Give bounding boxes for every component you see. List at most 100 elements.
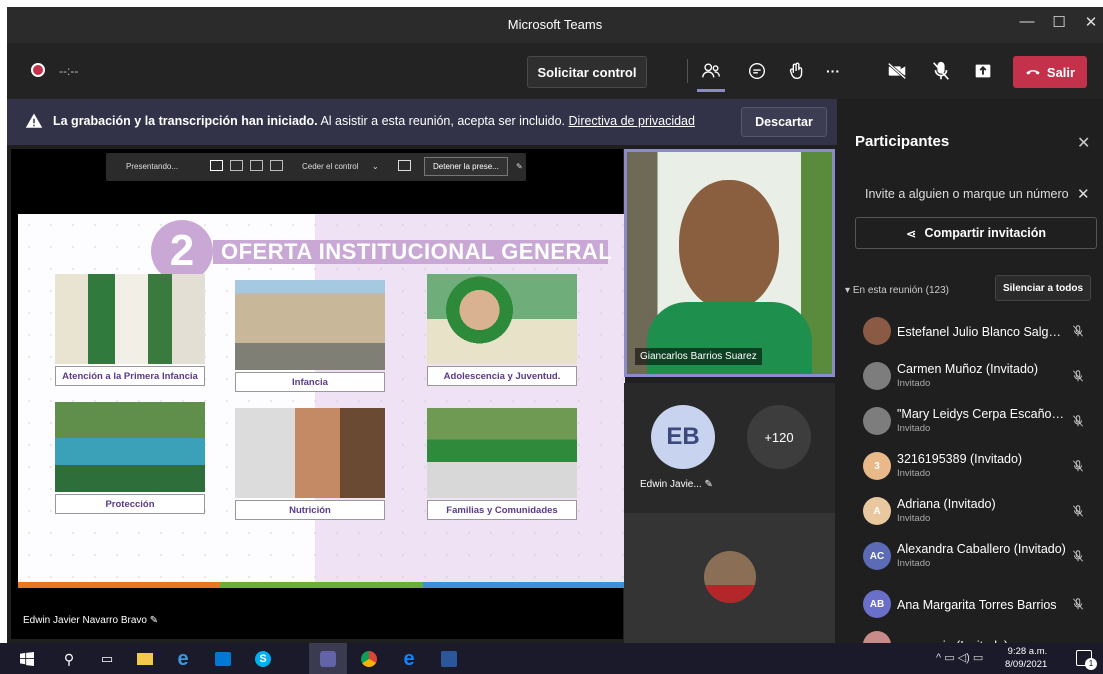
notifications-icon[interactable]: 1 [1076,650,1097,670]
presenter-toolbar: Presentando... Ceder el control ⌄ Detene… [106,153,526,181]
participants-panel: Participantes ✕ Invite a alguien o marqu… [839,99,1103,643]
reactions-icon[interactable] [783,57,811,85]
word-icon[interactable] [438,648,460,670]
participant-row[interactable]: Carmen Muñoz (Invitado) Invitado [839,356,1103,400]
give-control-dropdown[interactable]: Ceder el control [302,162,358,171]
system-tray-icons[interactable]: ^ ▭ ◁) ▭ [936,651,983,664]
clock-time: 9:28 a.m. [1007,646,1048,657]
participant-row[interactable]: Estefanel Julio Blanco Salgado [839,311,1103,355]
mic-off-icon[interactable] [1071,413,1085,429]
privacy-link[interactable]: Directiva de privacidad [569,114,695,128]
participant-avatar [863,407,891,435]
banner-message: La grabación y la transcripción han inic… [53,114,695,128]
presenter-name: Edwin Javier Navarro Bravo ✎ [23,615,158,626]
screen-4-icon[interactable] [270,160,283,171]
participant-row[interactable]: "Mary Leidys Cerpa Escaño (I... Invitado [839,401,1103,445]
invite-input[interactable]: Invite a alguien o marque un número [865,187,1069,201]
clock-date: 8/09/2021 [1005,659,1048,670]
mic-off-icon: ✎ [149,615,159,626]
panel-title: Participantes [855,133,950,150]
outlook-icon[interactable] [212,648,234,670]
photo-childhood [235,280,385,370]
stop-presenting-button[interactable]: Detener la prese... [424,157,508,176]
participant-name: 3216195389 (Invitado) [897,452,1023,466]
clear-invite-icon[interactable]: ✕ [1077,185,1090,203]
slide-number: 2 [151,220,213,282]
chat-icon[interactable] [743,57,771,85]
mute-all-button[interactable]: Silenciar a todos [995,275,1091,301]
card-caption: Adolescencia y Juventud. [427,366,577,386]
mic-off-icon[interactable] [927,57,955,85]
mic-off-icon[interactable] [1071,458,1085,474]
participant-row[interactable]: AC Alexandra Caballero (Invitado) Invitado [839,536,1103,580]
participant-name: Estefanel Julio Blanco Salgado [897,325,1067,339]
participant-avatar: 3 [863,452,891,480]
screen-1-icon[interactable] [210,160,223,171]
mic-off-icon[interactable] [1071,323,1085,339]
participant-role: Invitado [897,558,931,569]
share-invite-button[interactable]: ⋖ Compartir invitación [855,217,1097,249]
edge-icon[interactable]: e [398,648,420,670]
windows-start-icon[interactable] [16,648,38,670]
screen-3-icon[interactable] [250,160,263,171]
notification-count: 1 [1085,658,1097,670]
photo-protection [55,402,205,492]
teams-icon[interactable] [317,648,339,670]
avatar-eb[interactable]: EB [651,405,715,469]
participants-icon[interactable] [697,57,725,85]
photo-youth [427,274,577,364]
slide-color-stripes [18,582,625,588]
mic-off-icon[interactable] [1071,548,1085,564]
participant-name: Alexandra Caballero (Invitado) [897,542,1066,556]
dismiss-button[interactable]: Descartar [741,107,827,137]
slide-dot-pattern [18,214,625,582]
card-families: Familias y Comunidades [427,408,577,520]
participant-row[interactable]: A Adriana (Invitado) Invitado [839,491,1103,535]
close-panel-icon[interactable]: ✕ [1077,133,1090,153]
participant-name: Carmen Muñoz (Invitado) [897,362,1039,376]
skype-icon[interactable]: S [252,648,274,670]
recording-banner: La grabación y la transcripción han inic… [7,99,837,145]
photo-early-childhood [55,274,205,364]
participant-avatar: A [863,497,891,525]
chrome-icon[interactable] [358,648,380,670]
teams-window: Microsoft Teams — ☐ ✕ --:-- Solicitar co… [7,7,1103,643]
section-label: En esta reunión (123) [852,285,949,296]
file-explorer-icon[interactable] [134,648,156,670]
participant-role: Invitado [897,468,931,479]
screen-2-icon[interactable] [230,160,243,171]
pin-icon[interactable]: ✎ [516,162,523,171]
participant-role: Invitado [897,378,931,389]
camera-off-icon[interactable] [883,57,911,85]
share-icon: ⋖ [905,226,917,241]
task-view-icon[interactable]: ▭ [96,648,118,670]
main-video-tile[interactable]: Giancarlos Barrios Suarez [624,149,835,377]
participant-row[interactable]: 3 3216195389 (Invitado) Invitado [839,446,1103,490]
tile-name: Edwin Javie... ✎ [640,479,713,490]
pop-out-icon[interactable] [398,160,411,171]
edge-legacy-icon[interactable]: e [172,648,194,670]
taskbar-clock[interactable]: 9:28 a.m. 8/09/2021 [1005,645,1047,671]
participant-row[interactable]: ana maria (Invitado) [839,625,1103,643]
request-control-button[interactable]: Solicitar control [527,56,647,88]
in-meeting-section[interactable]: ▾ En esta reunión (123) [845,285,949,296]
photo-nutrition [235,408,385,498]
close-window-button[interactable]: ✕ [1079,13,1103,31]
more-participants-badge[interactable]: +120 [747,405,811,469]
minimize-button[interactable]: — [1015,13,1039,30]
slide-title: OFERTA INSTITUCIONAL GENERAL [213,239,612,264]
participant-row[interactable]: AB Ana Margarita Torres Barrios [839,584,1103,628]
share-screen-icon[interactable] [969,57,997,85]
maximize-button[interactable]: ☐ [1047,13,1071,31]
mic-off-icon[interactable] [1071,503,1085,519]
more-options-icon[interactable]: ··· [819,57,847,85]
search-icon[interactable]: ⚲ [58,648,80,670]
mic-off-icon[interactable] [1071,368,1085,384]
participant-avatar: AB [863,590,891,618]
presenting-label: Presentando... [126,162,179,171]
video-tile-2[interactable] [624,513,835,643]
leave-button[interactable]: Salir [1013,56,1087,88]
mic-off-icon[interactable] [1071,596,1085,612]
card-early-childhood: Atención a la Primera Infancia [55,274,205,386]
participant-thumbnail [704,551,756,603]
